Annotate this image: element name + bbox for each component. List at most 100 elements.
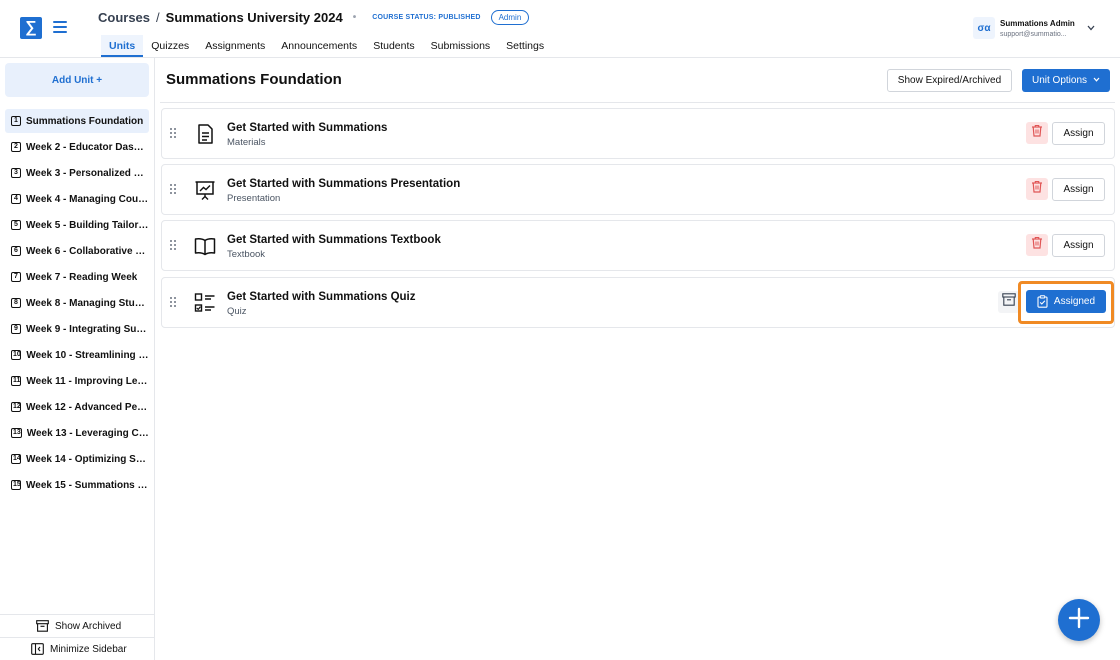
- menu-icon[interactable]: [53, 21, 67, 33]
- unit-number: 5: [11, 220, 21, 230]
- unit-label: Week 9 - Integrating Summations: [26, 323, 149, 335]
- unit-number: 3: [11, 168, 21, 178]
- archive-button[interactable]: [998, 291, 1020, 313]
- unit-label: Week 10 - Streamlining Grading: [26, 349, 149, 361]
- unit-number: 14: [11, 454, 21, 464]
- sidebar-item-unit-3[interactable]: 3 Week 3 - Personalized Learning: [5, 161, 149, 185]
- title-divider: [160, 102, 1115, 103]
- unit-options-button[interactable]: Unit Options: [1022, 69, 1110, 92]
- tab-assignments[interactable]: Assignments: [197, 35, 273, 57]
- content-item-textbook: Get Started with Summations Textbook Tex…: [161, 220, 1115, 271]
- unit-number: 11: [11, 376, 22, 386]
- sidebar-item-unit-9[interactable]: 9 Week 9 - Integrating Summations: [5, 317, 149, 341]
- unit-number: 12: [11, 402, 21, 412]
- show-archived-button[interactable]: Show Archived: [0, 614, 155, 637]
- unit-label: Week 15 - Summations in Practice: [26, 479, 149, 491]
- sidebar-item-unit-1[interactable]: 1 Summations Foundation: [5, 109, 149, 133]
- item-type: Materials: [227, 137, 266, 148]
- plus-icon: [1068, 607, 1090, 634]
- item-type: Quiz: [227, 306, 247, 317]
- drag-handle-icon[interactable]: [170, 297, 176, 307]
- add-unit-button[interactable]: Add Unit +: [5, 63, 149, 97]
- chevron-down-icon: [1093, 77, 1100, 84]
- item-title[interactable]: Get Started with Summations Quiz: [227, 291, 416, 303]
- unit-number: 9: [11, 324, 21, 334]
- show-expired-archived-button[interactable]: Show Expired/Archived: [887, 69, 1012, 92]
- sidebar-item-unit-15[interactable]: 15 Week 15 - Summations in Practice: [5, 473, 149, 497]
- assigned-button[interactable]: Assigned: [1026, 290, 1106, 313]
- sidebar-item-unit-4[interactable]: 4 Week 4 - Managing Courses: [5, 187, 149, 211]
- drag-handle-icon[interactable]: [170, 184, 176, 194]
- breadcrumb-courses-link[interactable]: Courses: [98, 10, 150, 25]
- archive-icon: [1002, 293, 1016, 311]
- unit-number: 6: [11, 246, 21, 256]
- user-menu[interactable]: σα Summations Admin support@summatio...: [973, 17, 1095, 39]
- breadcrumb: Courses / Summations University 2024 • C…: [98, 10, 530, 25]
- add-content-fab[interactable]: [1058, 599, 1100, 641]
- content-item-quiz: Get Started with Summations Quiz Quiz As…: [161, 277, 1115, 328]
- tab-settings[interactable]: Settings: [498, 35, 552, 57]
- sidebar-item-unit-6[interactable]: 6 Week 6 - Collaborative Learning: [5, 239, 149, 263]
- content-item-materials: Get Started with Summations Materials As…: [161, 108, 1115, 159]
- sidebar-item-unit-7[interactable]: 7 Week 7 - Reading Week: [5, 265, 149, 289]
- unit-number: 10: [11, 350, 22, 360]
- sidebar-item-unit-13[interactable]: 13 Week 13 - Leveraging Content: [5, 421, 149, 445]
- tab-announcements[interactable]: Announcements: [273, 35, 365, 57]
- trash-icon: [1031, 236, 1043, 254]
- sidebar-item-unit-8[interactable]: 8 Week 8 - Managing Students: [5, 291, 149, 315]
- sidebar-item-unit-10[interactable]: 10 Week 10 - Streamlining Grading: [5, 343, 149, 367]
- unit-label: Week 8 - Managing Students: [26, 297, 149, 309]
- sidebar-item-unit-14[interactable]: 14 Week 14 - Optimizing Summations: [5, 447, 149, 471]
- unit-label: Week 4 - Managing Courses: [26, 193, 149, 205]
- book-icon: [194, 235, 216, 257]
- unit-number: 7: [11, 272, 21, 282]
- breadcrumb-dot: •: [352, 12, 357, 23]
- unit-label: Week 3 - Personalized Learning: [26, 167, 149, 179]
- role-badge: Admin: [490, 10, 530, 25]
- drag-handle-icon[interactable]: [170, 128, 176, 138]
- sidebar-item-unit-2[interactable]: 2 Week 2 - Educator Dashboard: [5, 135, 149, 159]
- tab-units[interactable]: Units: [101, 35, 144, 57]
- item-type: Textbook: [227, 249, 266, 260]
- units-sidebar: Add Unit + 1 Summations Foundation 2 Week …: [0, 58, 155, 660]
- clipboard-check-icon: [1037, 295, 1048, 308]
- assigned-highlight: Assigned: [1018, 281, 1114, 324]
- assign-button[interactable]: Assign: [1052, 122, 1105, 145]
- user-info: Summations Admin support@summatio...: [1000, 19, 1075, 38]
- delete-button[interactable]: [1026, 178, 1048, 200]
- document-icon: [194, 123, 216, 145]
- summations-logo[interactable]: ∑: [20, 17, 42, 39]
- unit-number: 2: [11, 142, 21, 152]
- sidebar-item-unit-5[interactable]: 5 Week 5 - Building Tailored Content: [5, 213, 149, 237]
- presentation-icon: [194, 179, 216, 201]
- minimize-sidebar-button[interactable]: Minimize Sidebar: [0, 637, 155, 660]
- item-title[interactable]: Get Started with Summations Textbook: [227, 234, 441, 246]
- assigned-label: Assigned: [1053, 296, 1096, 307]
- delete-button[interactable]: [1026, 122, 1048, 144]
- unit-label: Week 13 - Leveraging Content: [26, 427, 149, 439]
- tab-students[interactable]: Students: [365, 35, 422, 57]
- tab-submissions[interactable]: Submissions: [423, 35, 499, 57]
- sidebar-item-unit-12[interactable]: 12 Week 12 - Advanced Personalization: [5, 395, 149, 419]
- delete-button[interactable]: [1026, 234, 1048, 256]
- chevron-down-icon[interactable]: [1087, 24, 1095, 33]
- unit-number: 15: [11, 480, 21, 490]
- sidebar-collapse-icon: [31, 643, 44, 655]
- breadcrumb-course-name: Summations University 2024: [165, 10, 343, 25]
- unit-label: Week 6 - Collaborative Learning: [26, 245, 149, 257]
- trash-icon: [1031, 124, 1043, 142]
- unit-number: 1: [11, 116, 21, 126]
- assign-button[interactable]: Assign: [1052, 234, 1105, 257]
- unit-number: 13: [11, 428, 22, 438]
- drag-handle-icon[interactable]: [170, 240, 176, 250]
- item-title[interactable]: Get Started with Summations Presentation: [227, 178, 460, 190]
- user-email: support@summatio...: [1000, 30, 1067, 38]
- item-title[interactable]: Get Started with Summations: [227, 122, 387, 134]
- sidebar-item-unit-11[interactable]: 11 Week 11 - Improving Learning: [5, 369, 149, 393]
- unit-label: Week 14 - Optimizing Summations: [26, 453, 149, 465]
- unit-label: Week 12 - Advanced Personalization: [26, 401, 149, 413]
- unit-label: Week 11 - Improving Learning: [26, 375, 149, 387]
- tab-quizzes[interactable]: Quizzes: [143, 35, 197, 57]
- trash-icon: [1031, 180, 1043, 198]
- assign-button[interactable]: Assign: [1052, 178, 1105, 201]
